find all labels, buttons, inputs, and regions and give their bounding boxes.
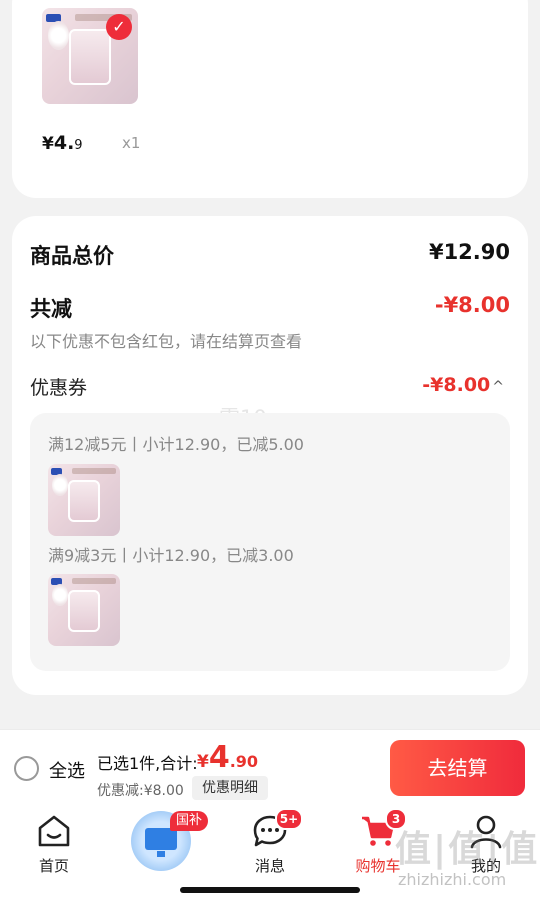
coupon-detail-panel: 满12减5元丨小计12.90，已减5.00 满9减3元丨小计12.90，已减3.… xyxy=(30,413,510,671)
checked-icon[interactable]: ✓ xyxy=(106,14,132,40)
cart-item-card: ✓ ¥4.9 x1 xyxy=(12,0,528,198)
monitor-icon xyxy=(145,828,177,850)
coupon-rule: 满12减5元丨小计12.90，已减5.00 xyxy=(48,435,304,454)
item-quantity: x1 xyxy=(122,134,141,152)
checkout-bar: 全选 已选1件,合计: ¥4.90 优惠减:¥8.00 优惠明细 去结算 xyxy=(0,729,540,805)
select-all-label[interactable]: 全选 xyxy=(49,757,85,783)
checkout-total: ¥4.90 xyxy=(197,740,259,775)
discount-amount: 优惠减:¥8.00 xyxy=(97,783,184,799)
subsidy-tag: 国补 xyxy=(170,811,209,831)
messages-badge: 5+ xyxy=(275,808,303,830)
reduce-value: -¥8.00 xyxy=(434,293,510,317)
home-indicator xyxy=(180,887,360,893)
total-value: ¥12.90 xyxy=(428,240,510,264)
site-watermark-url: zhizhizhi.com xyxy=(398,870,507,889)
flower-decor xyxy=(47,21,69,51)
home-icon xyxy=(38,815,70,847)
checkout-button[interactable]: 去结算 xyxy=(390,740,525,796)
reduce-label: 共减 xyxy=(30,297,72,321)
coupon-label: 优惠券 xyxy=(30,377,88,399)
product-thumbnail[interactable]: ✓ xyxy=(42,8,138,104)
product-picture xyxy=(68,29,112,85)
total-label: 商品总价 xyxy=(30,244,114,268)
coupon-product-thumbnail xyxy=(48,574,120,646)
item-price: ¥4.9 xyxy=(42,132,83,154)
tab-home[interactable]: 首页 xyxy=(14,813,94,876)
chevron-up-icon: ^ xyxy=(492,379,504,395)
discount-detail-button[interactable]: 优惠明细 xyxy=(192,776,268,800)
coupon-rule: 满9减3元丨小计12.90，已减3.00 xyxy=(48,546,294,565)
select-all-radio[interactable] xyxy=(14,756,39,781)
coupon-toggle[interactable]: -¥8.00 ^ xyxy=(422,374,504,396)
price-summary-card: 商品总价 ¥12.90 共减 -¥8.00 以下优惠不包含红包，请在结算页查看 … xyxy=(12,216,528,695)
site-watermark-logo: 值|值|值 xyxy=(395,829,540,870)
coupon-value: -¥8.00 xyxy=(422,374,491,396)
coupon-product-thumbnail xyxy=(48,464,120,536)
discount-note: 以下优惠不包含红包，请在结算页查看 xyxy=(30,332,303,351)
selected-count-text: 已选1件,合计: xyxy=(97,754,198,773)
